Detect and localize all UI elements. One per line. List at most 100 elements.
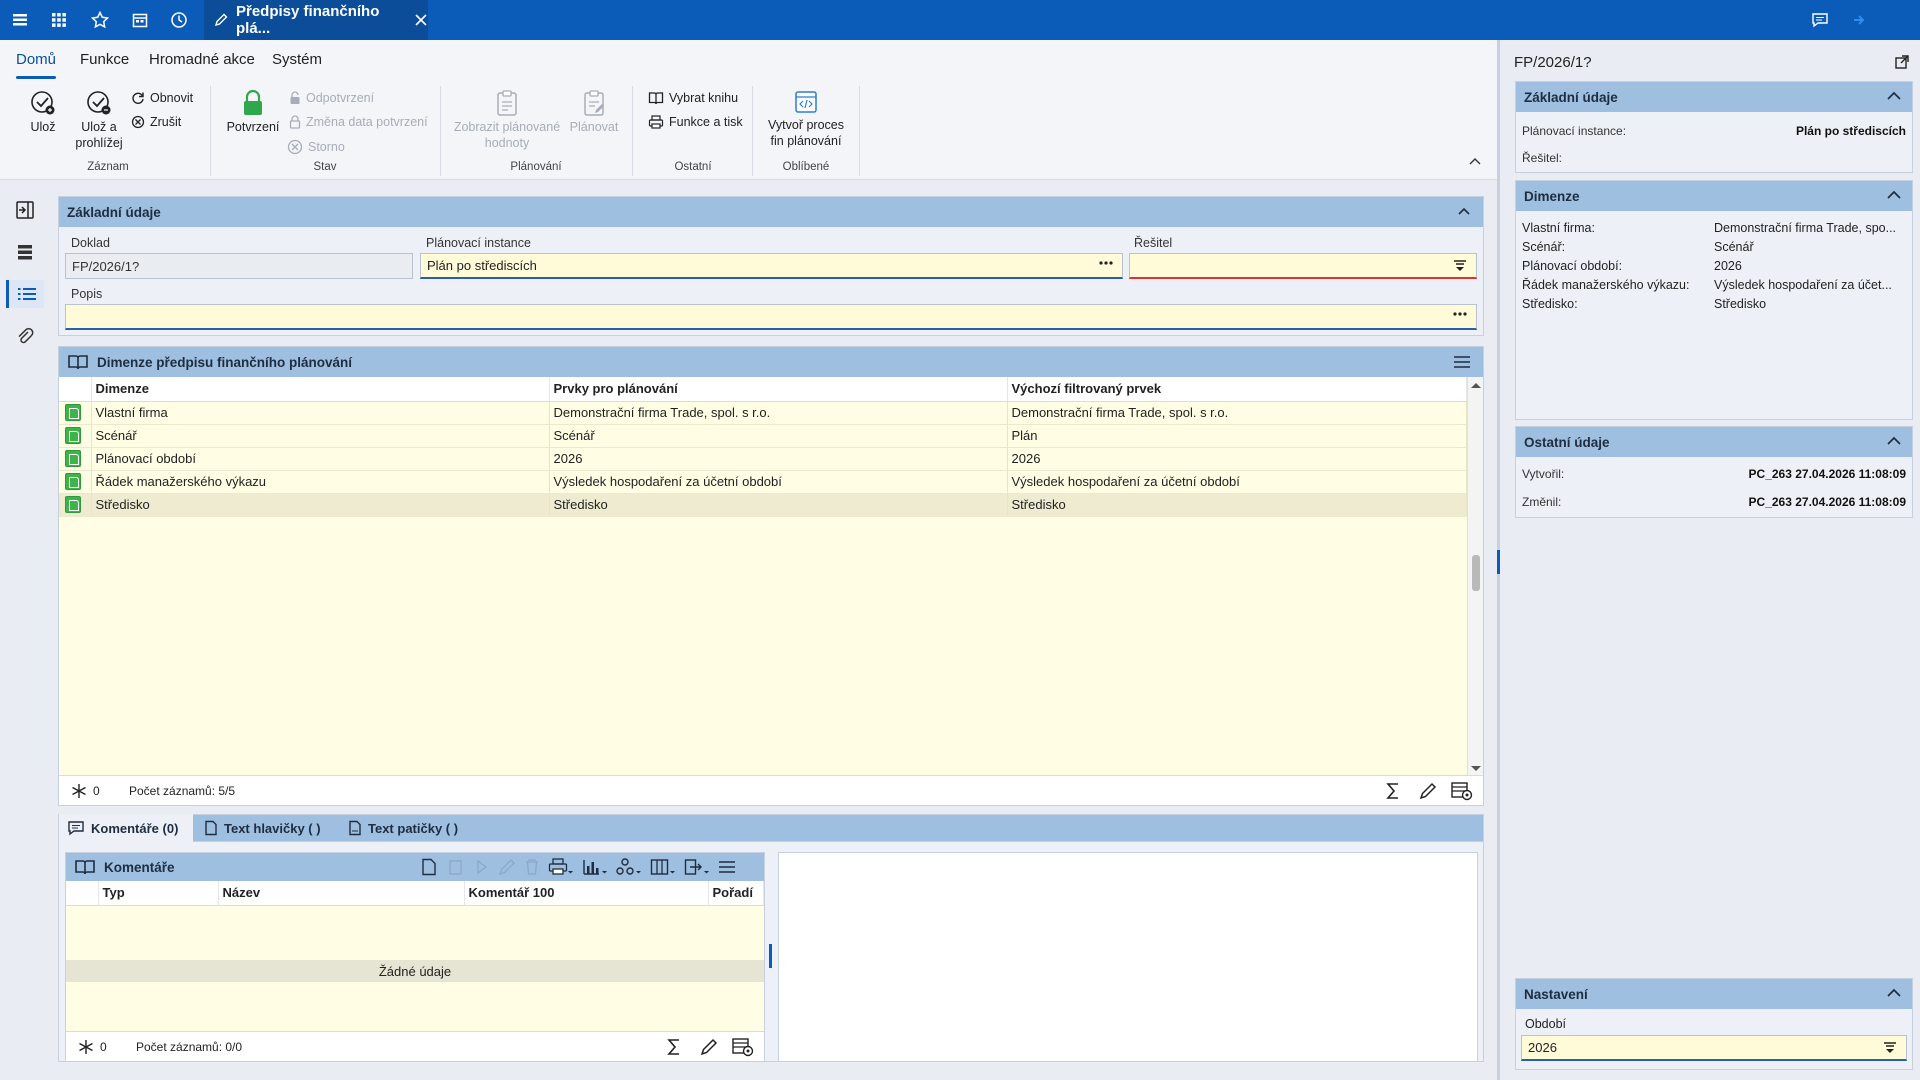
hierarchy-icon[interactable] [616,858,642,876]
column-header-nazev[interactable]: Název [218,881,465,906]
apps-grid-icon[interactable] [48,9,70,31]
column-header-icon [59,377,92,402]
code-window-icon [795,91,817,113]
detail-settings-header: Nastavení [1516,979,1912,1009]
column-header-dimenze[interactable]: Dimenze [91,377,550,402]
plan-button[interactable]: Plánovat [566,89,622,135]
column-header-prvky[interactable]: Prvky pro plánování [549,377,1008,402]
column-header-vychozi[interactable]: Výchozí filtrovaný prvek [1007,377,1467,402]
table-row[interactable]: Vlastní firma Demonstrační firma Trade, s… [59,401,1467,425]
grid-settings-icon[interactable] [732,1037,754,1057]
chat-icon[interactable] [1809,9,1831,31]
table-cell: Plán [1007,424,1467,448]
resitel-field[interactable] [1129,253,1477,279]
splitter-handle[interactable] [769,944,772,968]
save-browse-button[interactable]: Ulož a prohlížej [74,89,124,151]
more-dots-icon[interactable] [1098,260,1114,266]
collapse-basic-icon[interactable] [1457,206,1471,216]
unconfirm-button[interactable]: Odpotvrzení [289,91,374,105]
book-icon [74,858,96,876]
tab-bulk-actions[interactable]: Hromadné akce [149,51,255,68]
doklad-label: Doklad [71,236,110,250]
collapse-ribbon-icon[interactable] [1468,156,1482,166]
comment-preview-area [778,852,1478,1062]
choose-book-button[interactable]: Vybrat knihu [648,91,738,105]
history-icon[interactable] [168,9,190,31]
chart-icon[interactable] [582,858,608,876]
arrow-right-icon[interactable] [1848,9,1870,31]
popis-field[interactable] [65,304,1477,330]
dropdown-icon[interactable] [1452,258,1468,272]
tab-footer-text[interactable]: Text patičky ( ) [340,814,474,842]
tab-home[interactable]: Domů [16,51,57,79]
dropdown-icon[interactable] [1882,1040,1898,1054]
more-dots-icon[interactable] [1452,311,1468,317]
star-icon[interactable] [89,9,111,31]
instance-field[interactable]: Plán po střediscích [420,253,1123,279]
list-view-icon[interactable] [6,280,44,308]
edit-icon[interactable] [1419,782,1437,800]
collapse-icon[interactable] [1886,986,1902,998]
dimensions-menu-icon[interactable] [1453,355,1471,369]
sum-icon[interactable] [1385,782,1401,800]
columns-icon[interactable] [650,858,676,876]
book-icon [67,353,89,371]
storno-button[interactable]: Storno [287,139,345,155]
hamburger-icon[interactable] [9,9,31,31]
tab-functions[interactable]: Funkce [80,51,129,68]
export-icon[interactable] [684,858,710,876]
print-icon[interactable] [548,858,574,876]
functions-print-button[interactable]: Funkce a tisk [648,115,743,129]
pane-splitter-handle[interactable] [1497,550,1500,574]
database-icon[interactable] [11,238,39,266]
show-planned-button[interactable]: Zobrazit plánované hodnoty [452,89,562,151]
unlock-icon [290,91,300,104]
lock-outline-icon [289,115,301,129]
copy-icon[interactable] [446,858,464,876]
refresh-button[interactable]: Obnovit [131,91,193,105]
collapse-icon[interactable] [1886,89,1902,101]
table-row-selected[interactable]: Středisko Středisko Středisko [59,493,1467,517]
confirm-button[interactable]: Potvrzení [226,89,280,135]
document-icon [65,404,81,421]
change-confirm-date-button[interactable]: Změna data potvrzení [289,115,428,129]
edit-icon[interactable] [700,1038,718,1056]
close-tab-icon[interactable] [414,13,428,27]
change-confirm-date-label: Změna data potvrzení [306,115,428,129]
table-cell: Řádek manažerského výkazu [91,470,550,494]
calendar-icon[interactable] [129,9,151,31]
tab-header-text[interactable]: Text hlavičky ( ) [196,814,338,842]
document-tab[interactable]: Předpisy finančního plá... [204,0,428,40]
scrollbar-thumb[interactable] [1472,555,1480,591]
ribbon [0,80,1497,180]
column-header-typ[interactable]: Typ [98,881,219,906]
create-process-button[interactable]: Vytvoř proces fin plánování [762,89,850,149]
delete-icon[interactable] [524,858,540,876]
detail-other-title: Ostatní údaje [1524,434,1610,450]
group-state-label: Stav [313,161,337,173]
open-external-icon[interactable] [1894,54,1910,70]
save-button[interactable]: Ulož [26,89,60,135]
vertical-scrollbar[interactable] [1467,377,1483,777]
detail-dim-value: Scénář [1714,240,1754,254]
table-row[interactable]: Scénář Scénář Plán [59,424,1467,448]
panel-toggle-icon[interactable] [11,196,39,224]
table-row[interactable]: Řádek manažerského výkazu Výsledek hospod… [59,470,1467,494]
collapse-icon[interactable] [1886,188,1902,200]
tab-comments[interactable]: Komentáře (0) [59,814,193,842]
column-header-komentar[interactable]: Komentář 100 [464,881,709,906]
play-icon[interactable] [472,858,490,876]
column-header-poradi[interactable]: Pořadí [708,881,764,906]
tab-system[interactable]: Systém [272,51,322,68]
cancel-button[interactable]: Zrušit [131,115,181,129]
edit-icon[interactable] [498,858,516,876]
period-field[interactable]: 2026 [1521,1035,1907,1061]
paperclip-icon[interactable] [11,323,39,351]
grid-settings-icon[interactable] [1451,781,1473,801]
table-row[interactable]: Plánovací období 2026 2026 [59,447,1467,471]
collapse-icon[interactable] [1886,434,1902,446]
comments-menu-icon[interactable] [718,860,736,874]
new-document-icon[interactable] [420,858,438,876]
ribbon-separator [440,86,441,176]
sum-icon[interactable] [666,1038,682,1056]
